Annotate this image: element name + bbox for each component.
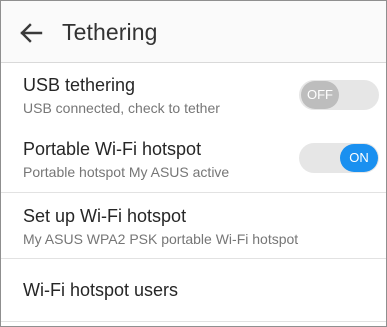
back-arrow-icon[interactable] bbox=[17, 19, 45, 47]
setting-portable-hotspot[interactable]: Portable Wi-Fi hotspot Portable hotspot … bbox=[1, 128, 386, 192]
tethering-screen: Tethering USB tethering USB connected, c… bbox=[0, 0, 387, 327]
divider bbox=[1, 321, 386, 322]
setup-hotspot-title: Set up Wi-Fi hotspot bbox=[23, 206, 187, 226]
portable-hotspot-title: Portable Wi-Fi hotspot bbox=[23, 139, 202, 159]
hotspot-users-title: Wi-Fi hotspot users bbox=[23, 280, 179, 300]
setup-hotspot-subtitle: My ASUS WPA2 PSK portable Wi-Fi hotspot bbox=[23, 231, 299, 247]
portable-hotspot-toggle[interactable]: ON bbox=[299, 143, 379, 173]
usb-tethering-subtitle: USB connected, check to tether bbox=[23, 100, 220, 116]
usb-tethering-title: USB tethering bbox=[23, 75, 136, 95]
app-bar: Tethering bbox=[1, 1, 386, 63]
usb-tethering-toggle[interactable]: OFF bbox=[299, 80, 379, 110]
page-title: Tethering bbox=[62, 19, 158, 45]
setting-usb-tethering[interactable]: USB tethering USB connected, check to te… bbox=[1, 63, 386, 127]
usb-tethering-toggle-label: OFF bbox=[301, 81, 339, 109]
portable-hotspot-toggle-label: ON bbox=[340, 144, 378, 172]
portable-hotspot-subtitle: Portable hotspot My ASUS active bbox=[23, 164, 230, 180]
setting-hotspot-users[interactable]: Wi-Fi hotspot users bbox=[1, 259, 386, 321]
setting-setup-hotspot[interactable]: Set up Wi-Fi hotspot My ASUS WPA2 PSK po… bbox=[1, 193, 386, 258]
